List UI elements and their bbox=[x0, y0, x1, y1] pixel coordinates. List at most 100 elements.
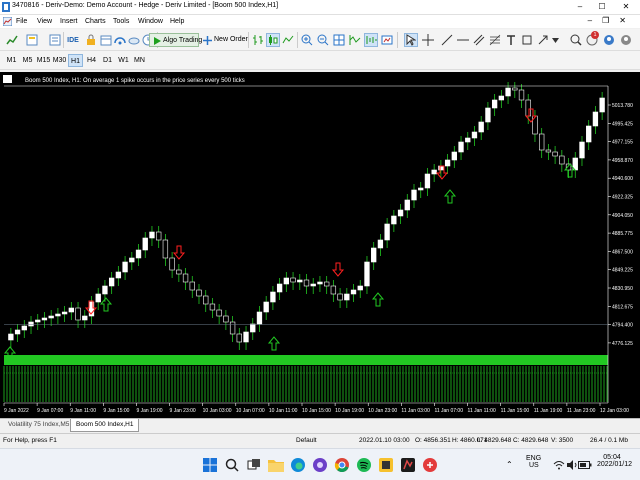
timeframe-mn[interactable]: MN bbox=[132, 54, 147, 67]
tab-volatility-75[interactable]: Volatility 75 Index,M5 bbox=[3, 419, 74, 432]
spotify-icon[interactable] bbox=[354, 455, 374, 475]
bar-chart-icon[interactable] bbox=[251, 33, 265, 47]
market-watch-icon[interactable] bbox=[48, 33, 62, 47]
candle-body bbox=[471, 131, 478, 139]
clock[interactable]: 05:04 2022/01/12 bbox=[592, 454, 632, 468]
menu-file[interactable]: File bbox=[16, 16, 27, 27]
signals-icon[interactable] bbox=[113, 33, 127, 47]
clock-date: 2022/01/12 bbox=[596, 461, 632, 468]
buy-signal-arrow bbox=[267, 336, 281, 351]
menu-insert[interactable]: Insert bbox=[60, 16, 78, 27]
candle-body bbox=[424, 173, 431, 189]
zoom-out-icon[interactable] bbox=[316, 33, 330, 47]
line-chart-icon[interactable] bbox=[281, 33, 295, 47]
buy-signal-arrow bbox=[99, 297, 113, 312]
tab-boom-500[interactable]: Boom 500 Index,H1 bbox=[70, 419, 140, 432]
candle-body bbox=[129, 257, 135, 263]
status-datetime: 2022.01.10 03:00 bbox=[359, 437, 410, 444]
timeframe-m15[interactable]: M15 bbox=[36, 54, 51, 67]
timeframe-w1[interactable]: W1 bbox=[116, 54, 131, 67]
candle-body bbox=[418, 187, 424, 191]
menu-window[interactable]: Window bbox=[138, 16, 163, 27]
templates-icon[interactable] bbox=[380, 33, 394, 47]
candlestick-icon[interactable] bbox=[266, 33, 280, 47]
text-tool-icon[interactable] bbox=[504, 33, 518, 47]
time-label: 11 Jan 23:00 bbox=[567, 408, 596, 414]
price-label: 4977.155 bbox=[612, 140, 633, 146]
new-chart-icon[interactable] bbox=[5, 33, 19, 47]
main-toolbar: IDE Algo Trading New Order 1 bbox=[0, 29, 640, 51]
close-button[interactable]: ✕ bbox=[614, 0, 638, 15]
timeframe-m30[interactable]: M30 bbox=[52, 54, 67, 67]
candle-body bbox=[102, 285, 108, 295]
candle-body bbox=[142, 237, 148, 251]
child-close-button[interactable]: ✕ bbox=[619, 16, 636, 25]
crosshair-icon[interactable] bbox=[421, 33, 435, 47]
child-restore-button[interactable]: ❐ bbox=[602, 16, 619, 25]
time-label: 9 Jan 2022 bbox=[4, 408, 29, 414]
candle-body bbox=[196, 289, 202, 297]
task-view-icon[interactable] bbox=[244, 455, 264, 475]
menu-charts[interactable]: Charts bbox=[85, 16, 106, 27]
child-minimize-button[interactable]: – bbox=[588, 16, 602, 25]
search-icon[interactable] bbox=[222, 455, 242, 475]
tray-chevron-icon[interactable]: ⌃ bbox=[506, 460, 513, 469]
maximize-button[interactable]: ☐ bbox=[590, 0, 614, 15]
price-chart[interactable]: 5013.780 4995.425 4977.155 4958.870 4940.600… bbox=[0, 72, 640, 418]
community-icon[interactable] bbox=[602, 33, 616, 47]
chrome-icon[interactable] bbox=[332, 455, 352, 475]
trendline-icon[interactable] bbox=[440, 33, 454, 47]
cursor-icon[interactable] bbox=[404, 33, 418, 47]
lock-icon[interactable] bbox=[84, 33, 98, 47]
price-label: 4922.325 bbox=[612, 195, 633, 201]
chevron-down-icon[interactable] bbox=[548, 33, 562, 47]
shapes-icon[interactable] bbox=[520, 33, 534, 47]
fibonacci-icon[interactable] bbox=[488, 33, 502, 47]
tile-windows-icon[interactable] bbox=[332, 33, 346, 47]
file-explorer-icon[interactable] bbox=[266, 455, 286, 475]
algo-trading-button[interactable]: Algo Trading bbox=[149, 33, 202, 47]
account-icon[interactable] bbox=[619, 33, 633, 47]
chart-canvas[interactable]: 5013.780 4995.425 4977.155 4958.870 4940.600… bbox=[0, 72, 640, 418]
zoom-in-icon[interactable] bbox=[300, 33, 314, 47]
candle-body bbox=[404, 199, 410, 211]
yellow-app-icon[interactable] bbox=[376, 455, 396, 475]
notifications-icon[interactable]: 1 bbox=[585, 31, 599, 47]
edge-icon[interactable] bbox=[288, 455, 308, 475]
red-app-icon[interactable] bbox=[420, 455, 440, 475]
chart-menu-icon[interactable] bbox=[3, 75, 12, 83]
time-label: 9 Jan 15:00 bbox=[103, 408, 129, 414]
new-order-button[interactable]: New Order bbox=[201, 33, 248, 47]
menu-tools[interactable]: Tools bbox=[113, 16, 129, 27]
timeframe-d1[interactable]: D1 bbox=[100, 54, 115, 67]
channel-icon[interactable] bbox=[472, 33, 486, 47]
time-label: 9 Jan 19:00 bbox=[136, 408, 162, 414]
status-volume: V: 3500 bbox=[551, 437, 574, 444]
horizontal-line-icon[interactable] bbox=[456, 33, 470, 47]
search-icon[interactable] bbox=[569, 33, 583, 47]
candle-body bbox=[518, 89, 525, 101]
metatrader-icon[interactable] bbox=[398, 455, 418, 475]
region-code: US bbox=[529, 462, 539, 469]
profiles-icon[interactable] bbox=[25, 33, 39, 47]
menu-view[interactable]: View bbox=[37, 16, 52, 27]
notification-badge: 1 bbox=[591, 31, 599, 39]
candle-body bbox=[579, 141, 585, 159]
box-icon[interactable] bbox=[99, 33, 113, 47]
clock-time: 05:04 bbox=[603, 454, 621, 461]
windows-start-icon[interactable] bbox=[200, 455, 220, 475]
indicators-icon[interactable] bbox=[348, 33, 362, 47]
chart-window-icon bbox=[3, 17, 12, 26]
chart-shift-icon[interactable] bbox=[364, 33, 378, 47]
menu-help[interactable]: Help bbox=[170, 16, 184, 27]
timeframe-h1[interactable]: H1 bbox=[68, 54, 83, 67]
ide-button[interactable]: IDE bbox=[66, 33, 80, 47]
input-language[interactable]: ENG US bbox=[526, 455, 541, 469]
vps-icon[interactable] bbox=[127, 33, 141, 47]
timeframe-m1[interactable]: M1 bbox=[4, 54, 19, 67]
timeframe-h4[interactable]: H4 bbox=[84, 54, 99, 67]
minimize-button[interactable]: – bbox=[568, 0, 592, 15]
help-text: For Help, press F1 bbox=[3, 437, 57, 444]
timeframe-m5[interactable]: M5 bbox=[20, 54, 35, 67]
purple-app-icon[interactable] bbox=[310, 455, 330, 475]
